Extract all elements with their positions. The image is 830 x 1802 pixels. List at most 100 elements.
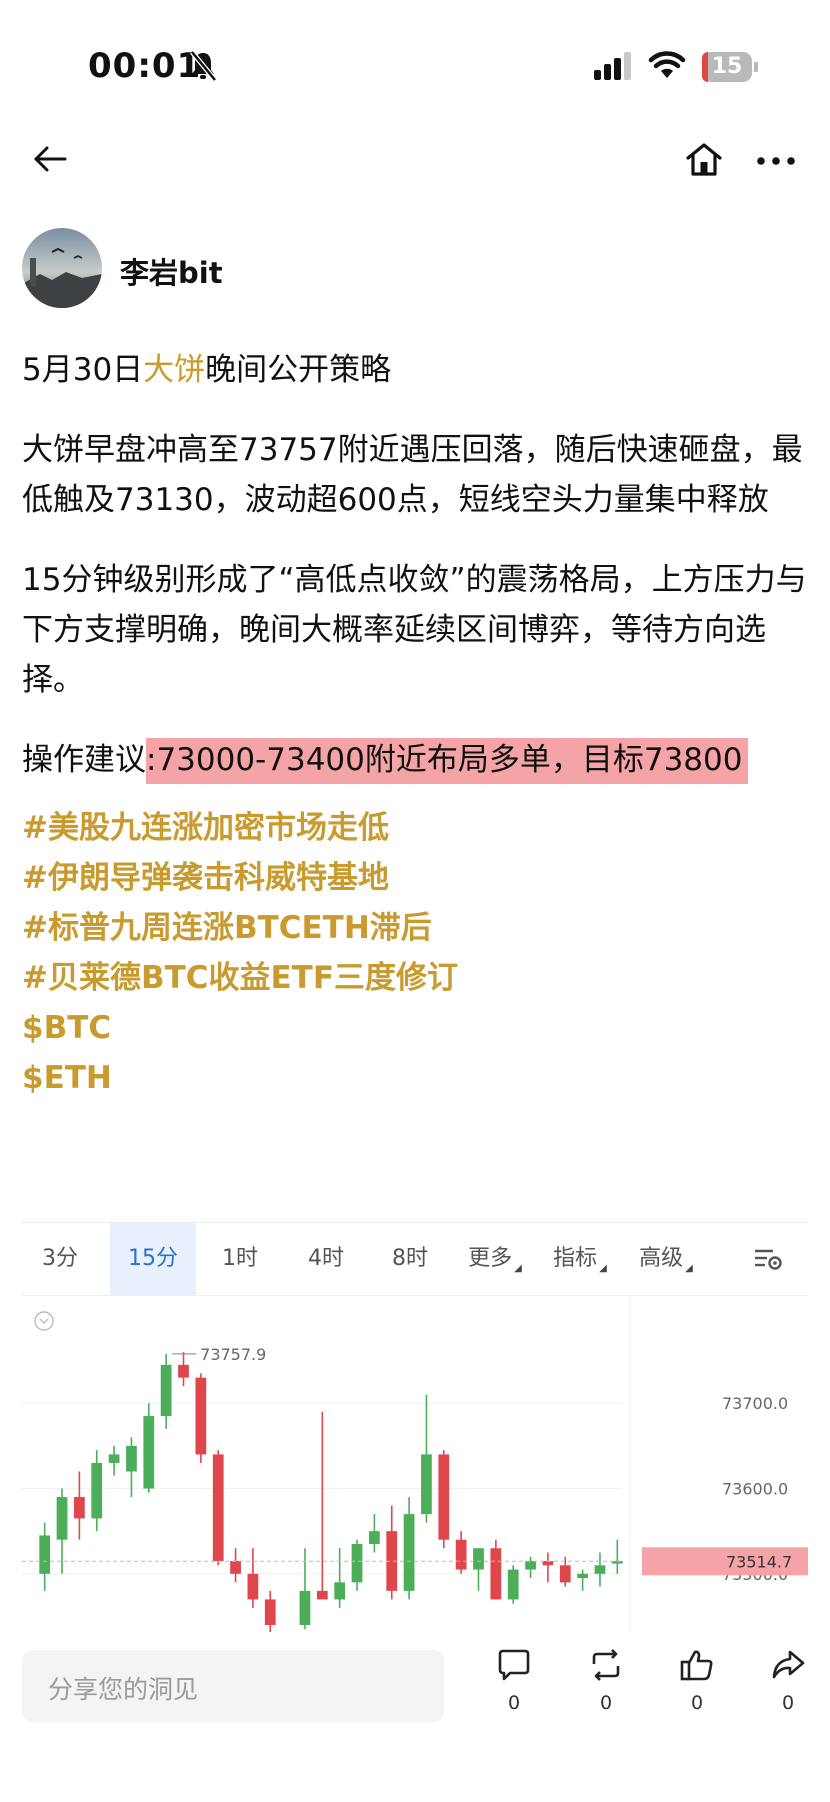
chart-settings-icon[interactable] bbox=[740, 1223, 796, 1295]
caret-down-icon: ◢ bbox=[599, 1263, 607, 1274]
top-nav-bar bbox=[0, 130, 830, 190]
repost-count: 0 bbox=[599, 1692, 613, 1714]
share-count: 0 bbox=[781, 1692, 795, 1714]
candle-body bbox=[403, 1514, 415, 1591]
tab-advanced[interactable]: 高级 ◢ bbox=[624, 1223, 708, 1295]
comment-icon bbox=[496, 1649, 532, 1686]
status-time: 00:01 bbox=[88, 46, 202, 86]
candle-body bbox=[39, 1535, 51, 1574]
hashtag-link[interactable]: #美股九连涨加密市场走低 bbox=[22, 803, 812, 853]
home-icon[interactable] bbox=[684, 140, 724, 184]
battery-indicator: 15 bbox=[702, 52, 752, 82]
candle-body bbox=[74, 1497, 85, 1519]
repost-icon bbox=[588, 1649, 624, 1686]
cashtag-link[interactable]: $ETH bbox=[22, 1053, 812, 1103]
price-tick-label: 73700.0 bbox=[722, 1394, 788, 1413]
like-icon bbox=[679, 1650, 715, 1686]
candle-body bbox=[212, 1454, 224, 1562]
more-options-icon[interactable] bbox=[756, 152, 796, 171]
candle-body bbox=[91, 1462, 103, 1519]
caret-down-icon: ◢ bbox=[514, 1263, 522, 1274]
repost-button[interactable]: 0 bbox=[576, 1648, 636, 1714]
post-paragraph-2: 15分钟级别形成了“高低点收敛”的震荡格局，上方压力与下方支撑明确，晚间大概率延… bbox=[22, 562, 807, 698]
collapse-chevron-icon[interactable] bbox=[34, 1311, 54, 1331]
back-arrow-icon[interactable] bbox=[32, 144, 68, 178]
cashtag-link[interactable]: $BTC bbox=[22, 1003, 812, 1053]
battery-tip bbox=[754, 62, 758, 72]
tab-1h[interactable]: 1时 bbox=[198, 1223, 282, 1295]
candle-body bbox=[195, 1377, 207, 1455]
hashtag-link[interactable]: #伊朗导弹袭击科威特基地 bbox=[22, 853, 812, 903]
candle-body bbox=[316, 1590, 328, 1600]
post-paragraph-1: 大饼早盘冲高至73757附近遇压回落，随后快速砸盘，最低触及73130，波动超6… bbox=[22, 432, 803, 518]
candle-body bbox=[108, 1454, 120, 1463]
advice-highlighted-text: :73000-73400附近布局多单，目标73800 bbox=[146, 738, 749, 784]
tab-more[interactable]: 更多 ◢ bbox=[452, 1223, 538, 1295]
price-tick-label: 73600.0 bbox=[722, 1480, 788, 1499]
hashtag-link[interactable]: #标普九周连涨BTCETH滞后 bbox=[22, 903, 812, 953]
wifi-icon bbox=[648, 50, 686, 84]
bell-muted-icon bbox=[188, 50, 218, 86]
like-count: 0 bbox=[690, 1692, 704, 1714]
price-chart-widget: 3分 15分 1时 4时 8时 更多 ◢ 指标 ◢ 高级 ◢ 73700.0 73600… bbox=[22, 1222, 808, 1633]
high-price-label: 73757.9 bbox=[200, 1345, 266, 1364]
candle-body bbox=[178, 1364, 189, 1378]
candle-body bbox=[577, 1573, 588, 1579]
tab-more-label: 更多 bbox=[468, 1246, 513, 1271]
chart-grid bbox=[22, 1295, 631, 1633]
tab-3min[interactable]: 3分 bbox=[22, 1223, 98, 1295]
tab-15min[interactable]: 15分 bbox=[110, 1223, 196, 1295]
tab-advanced-label: 高级 bbox=[639, 1246, 684, 1271]
post-title-date: 5月30日 bbox=[22, 352, 144, 388]
candle-body bbox=[421, 1454, 432, 1515]
share-icon bbox=[770, 1650, 806, 1686]
bottom-action-bar: 分享您的洞见 0 0 0 0 bbox=[0, 1632, 830, 1802]
cellular-signal-icon bbox=[594, 52, 634, 84]
like-button[interactable]: 0 bbox=[667, 1648, 727, 1714]
candle-body bbox=[299, 1590, 311, 1625]
candle-body bbox=[473, 1548, 484, 1570]
candle-body bbox=[490, 1548, 502, 1600]
candle-body bbox=[160, 1364, 172, 1417]
hashtag-link[interactable]: #贝莱德BTC收益ETF三度修订 bbox=[22, 953, 812, 1003]
tab-indicators[interactable]: 指标 ◢ bbox=[538, 1223, 622, 1295]
candle-body bbox=[264, 1599, 276, 1625]
status-bar: 00:01 15 bbox=[0, 0, 830, 140]
high-marker: 73757.9 bbox=[172, 1345, 266, 1364]
post-title-highlight[interactable]: 大饼 bbox=[143, 352, 205, 388]
post-advice: 操作建议:73000-73400附近布局多单，目标73800 bbox=[22, 735, 812, 785]
candle-body bbox=[525, 1561, 536, 1570]
tab-indicators-label: 指标 bbox=[553, 1246, 598, 1271]
author-name[interactable]: 李岩bit bbox=[120, 250, 223, 292]
candle-body bbox=[594, 1565, 606, 1574]
candle-body bbox=[455, 1539, 467, 1570]
share-button[interactable]: 0 bbox=[758, 1648, 818, 1714]
comment-button[interactable]: 0 bbox=[484, 1648, 544, 1714]
hashtag-list: #美股九连涨加密市场走低 #伊朗导弹袭击科威特基地 #标普九周连涨BTCETH滞… bbox=[22, 803, 812, 1103]
candle-body bbox=[507, 1569, 519, 1600]
candlestick-chart[interactable]: 73700.073600.073500.0 73757.9 73514.7 bbox=[22, 1295, 808, 1633]
last-price-marker: 73514.7 bbox=[22, 1547, 808, 1576]
tab-4h[interactable]: 4时 bbox=[284, 1223, 368, 1295]
candle-series bbox=[39, 1352, 623, 1633]
candle-body bbox=[143, 1416, 155, 1489]
comment-count: 0 bbox=[507, 1692, 521, 1714]
advice-label: 操作建议 bbox=[22, 742, 146, 778]
avatar[interactable] bbox=[22, 228, 102, 308]
chart-interval-tabs: 3分 15分 1时 4时 8时 更多 ◢ 指标 ◢ 高级 ◢ bbox=[22, 1223, 808, 1296]
tab-8h[interactable]: 8时 bbox=[368, 1223, 452, 1295]
candle-body bbox=[56, 1497, 68, 1540]
share-placeholder: 分享您的洞见 bbox=[48, 1675, 199, 1704]
last-price-label: 73514.7 bbox=[726, 1552, 792, 1571]
candle-body bbox=[369, 1531, 380, 1544]
candle-body bbox=[351, 1543, 363, 1583]
share-input[interactable]: 分享您的洞见 bbox=[22, 1650, 444, 1722]
candle-body bbox=[438, 1454, 450, 1540]
candle-body bbox=[247, 1573, 259, 1600]
post-content: 5月30日大饼晚间公开策略 大饼早盘冲高至73757附近遇压回落，随后快速砸盘，… bbox=[22, 345, 812, 1103]
post-title: 5月30日大饼晚间公开策略 bbox=[22, 345, 812, 395]
candle-body bbox=[559, 1565, 571, 1583]
post-title-rest: 晚间公开策略 bbox=[205, 352, 392, 388]
candle-body bbox=[126, 1445, 137, 1472]
candle-body bbox=[334, 1582, 346, 1600]
